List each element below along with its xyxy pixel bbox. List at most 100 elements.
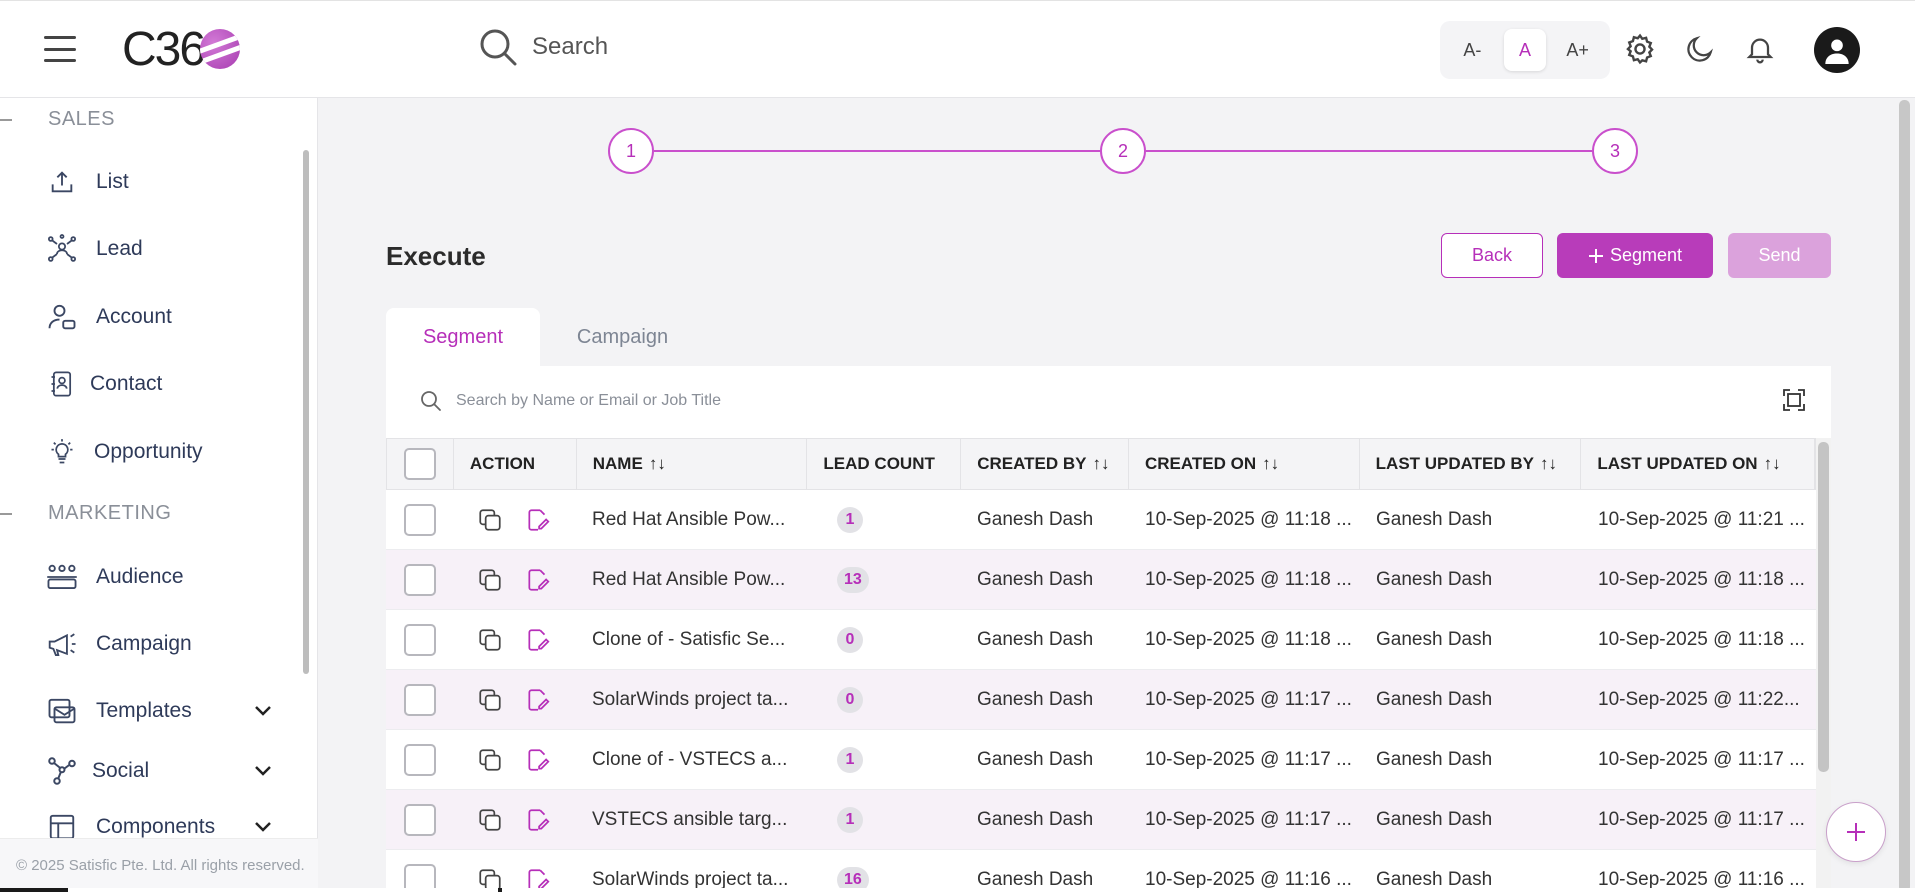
sidebar-item-templates[interactable]: Templates [46,695,286,727]
sort-icon[interactable]: ↑↓ [1764,454,1781,474]
segment-name[interactable]: SolarWinds project ta... [576,670,807,729]
segment-name[interactable]: VSTECS ansible targ... [576,790,807,849]
table-row[interactable]: Red Hat Ansible Pow... 13 Ganesh Dash 10-Se… [386,550,1816,610]
sidebar-item-label: Campaign [96,632,192,655]
segment-name[interactable]: Red Hat Ansible Pow... [576,550,807,609]
copyright-footer: © 2025 Satisfic Pte. Ltd. All rights res… [0,838,318,892]
row-checkbox[interactable] [403,803,436,836]
created-on: 10-Sep-2025 @ 11:16 ... [1145,868,1352,890]
sidebar-item-components[interactable]: Components [46,814,286,840]
font-normal-button[interactable]: A [1503,29,1546,71]
table-row[interactable]: Red Hat Ansible Pow... 1 Ganesh Dash 10-Sep… [386,490,1816,550]
dark-mode-moon-icon[interactable] [1682,31,1718,67]
column-header-name[interactable]: NAME ↑↓ [577,439,808,489]
step-3[interactable]: 3 [1592,128,1638,174]
copy-icon[interactable] [477,747,503,773]
sidebar-item-campaign[interactable]: Campaign [46,628,286,660]
last-updated-by: Ganesh Dash [1376,628,1493,650]
lead-count-cell: 16 [807,850,961,892]
main-scrollbar-thumb[interactable] [1899,100,1910,892]
social-share-icon [46,755,78,787]
sidebar-item-label: List [96,170,129,193]
global-search-input[interactable] [532,33,932,61]
chevron-down-icon[interactable] [254,765,272,777]
sidebar-item-contact[interactable]: Contact [46,368,286,400]
app-header: C36 A- A A+ [0,0,1915,98]
select-all-checkbox[interactable] [403,448,436,480]
table-row[interactable]: Clone of - Satisfic Se... 0 Ganesh Dash 10-… [386,610,1816,670]
edit-icon[interactable] [525,627,551,653]
edit-icon[interactable] [525,687,551,713]
sidebar-item-label: Templates [96,699,192,722]
segment-name[interactable]: SolarWinds project ta... [576,850,807,892]
sidebar-item-opportunity[interactable]: Opportunity [46,436,286,468]
font-increase-button[interactable]: A+ [1557,29,1599,71]
sidebar-item-account[interactable]: Account [46,301,286,333]
table-row[interactable]: SolarWinds project ta... 16 Ganesh Dash 10-… [386,850,1816,892]
sort-icon[interactable]: ↑↓ [1092,454,1109,474]
back-button[interactable]: Back [1441,233,1543,278]
send-button[interactable]: Send [1728,233,1831,278]
step-1[interactable]: 1 [608,128,654,174]
segment-name[interactable]: Clone of - Satisfic Se... [576,610,807,669]
font-decrease-button[interactable]: A- [1451,29,1493,71]
settings-gear-icon[interactable] [1622,31,1658,67]
logo-orb-icon [200,29,241,69]
step-2[interactable]: 2 [1100,128,1146,174]
sidebar-item-lead[interactable]: Lead [46,233,286,265]
edit-icon[interactable] [525,567,551,593]
table-row[interactable]: VSTECS ansible targ... 1 Ganesh Dash 10-Sep… [386,790,1816,850]
sidebar-item-audience[interactable]: Audience [46,561,286,593]
row-checkbox[interactable] [403,503,436,536]
row-actions [453,670,576,729]
column-header-label: CREATED BY [977,454,1087,473]
row-checkbox[interactable] [403,623,436,656]
created-by: Ganesh Dash [977,628,1094,650]
table-search-input[interactable] [456,392,956,410]
last-updated-on: 10-Sep-2025 @ 11:18 ... [1598,568,1805,590]
column-header-created-on[interactable]: CREATED ON ↑↓ [1129,439,1360,489]
user-avatar[interactable] [1814,27,1860,73]
row-checkbox[interactable] [403,743,436,776]
app-logo[interactable]: C36 [122,23,241,76]
lightbulb-icon [46,436,78,468]
column-header-created-by[interactable]: CREATED BY ↑↓ [961,439,1129,489]
table-row[interactable]: SolarWinds project ta... 0 Ganesh Dash 10-S… [386,670,1816,730]
account-icon [46,301,78,333]
notifications-bell-icon[interactable] [1742,31,1778,67]
copy-icon[interactable] [477,507,503,533]
hamburger-menu-icon[interactable] [44,36,76,62]
segment-name[interactable]: Clone of - VSTECS a... [576,730,807,789]
edit-icon[interactable] [525,747,551,773]
sort-icon[interactable]: ↑↓ [1540,454,1557,474]
column-header-last-updated-by[interactable]: LAST UPDATED BY ↑↓ [1360,439,1582,489]
sidebar-item-list[interactable]: List [46,166,286,198]
copy-icon[interactable] [477,627,503,653]
add-segment-button[interactable]: Segment [1557,233,1713,278]
row-checkbox[interactable] [403,683,436,716]
created-by: Ganesh Dash [977,508,1094,530]
edit-icon[interactable] [525,507,551,533]
edit-icon[interactable] [525,807,551,833]
contact-book-icon [46,368,78,400]
chevron-down-icon[interactable] [254,821,272,833]
tab-campaign[interactable]: Campaign [540,308,705,366]
sidebar-scrollbar[interactable] [303,150,309,674]
chevron-down-icon[interactable] [254,705,272,717]
fullscreen-expand-icon[interactable] [1782,388,1806,412]
table-row[interactable]: Clone of - VSTECS a... 1 Ganesh Dash 10-Sep… [386,730,1816,790]
sidebar-item-social[interactable]: Social [46,755,286,787]
table-scrollbar-thumb[interactable] [1818,442,1829,772]
sort-icon[interactable]: ↑↓ [1262,454,1279,474]
copy-icon[interactable] [477,567,503,593]
tab-segment[interactable]: Segment [386,308,540,366]
row-actions [453,550,576,609]
floating-add-button[interactable] [1826,802,1886,862]
row-checkbox[interactable] [403,563,436,596]
copy-icon[interactable] [477,687,503,713]
sort-icon[interactable]: ↑↓ [649,454,666,474]
created-by: Ganesh Dash [977,748,1094,770]
segment-name[interactable]: Red Hat Ansible Pow... [576,490,807,549]
copy-icon[interactable] [477,807,503,833]
column-header-last-updated-on[interactable]: LAST UPDATED ON ↑↓ [1581,439,1816,489]
